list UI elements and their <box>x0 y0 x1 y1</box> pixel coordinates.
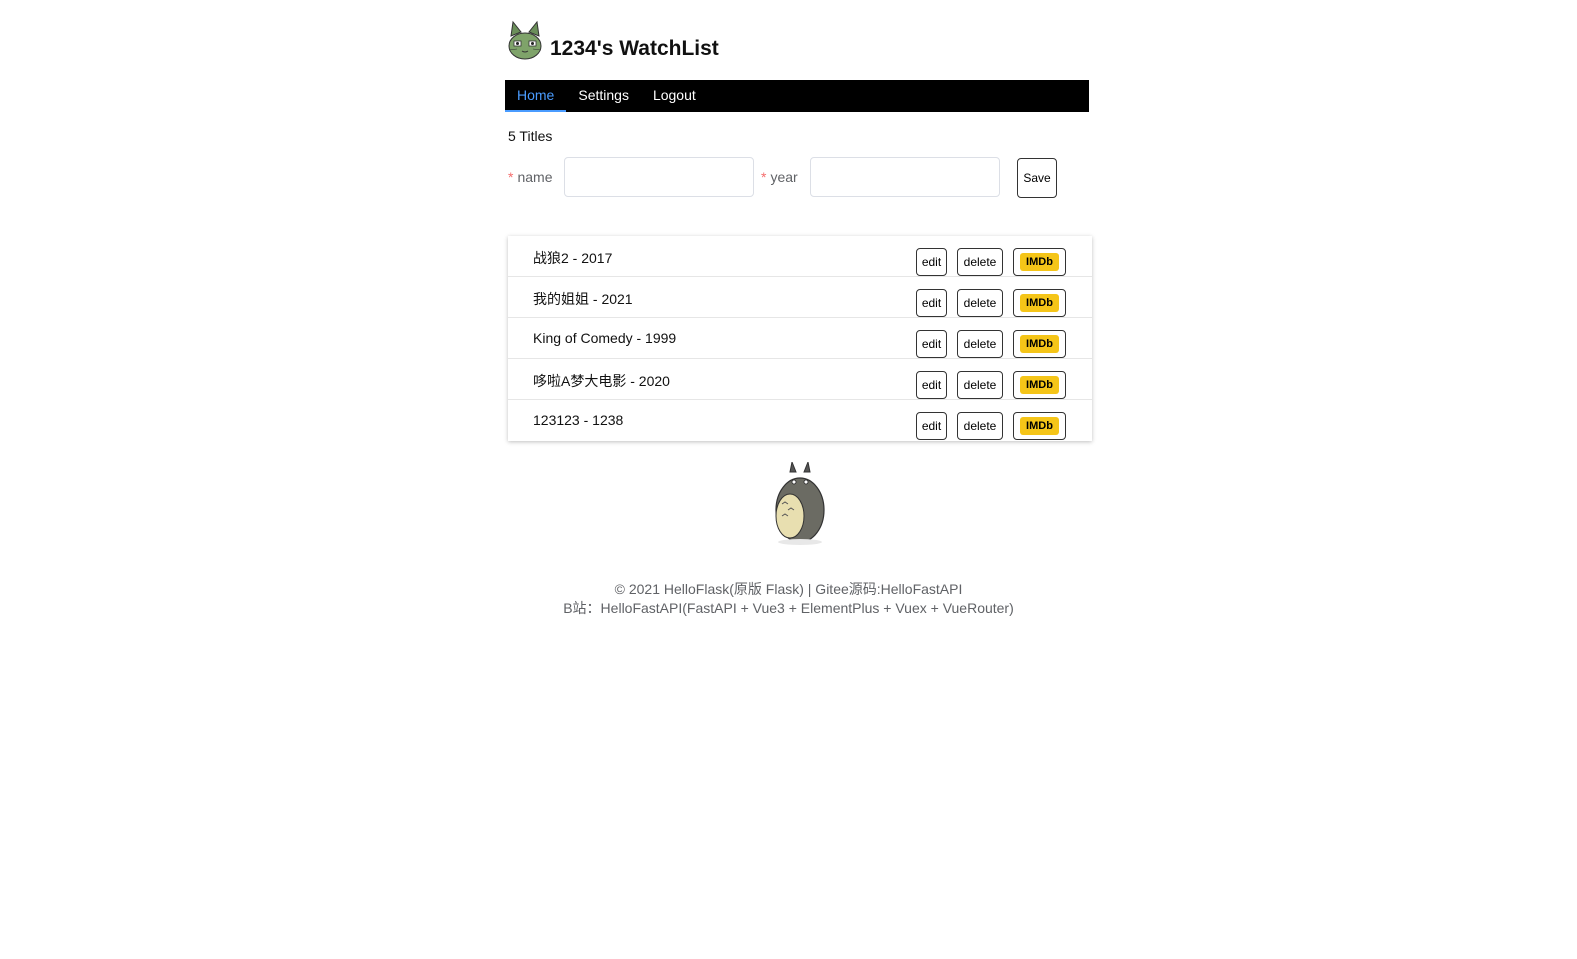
edit-button[interactable]: edit <box>916 248 947 276</box>
movie-row: 123123 - 1238 edit delete IMDb <box>508 400 1092 441</box>
edit-button[interactable]: edit <box>916 412 947 440</box>
movie-row: 哆啦A梦大电影 - 2020 edit delete IMDb <box>508 359 1092 400</box>
imdb-label: IMDb <box>1020 335 1059 353</box>
totoro-mascot-icon <box>775 462 825 545</box>
edit-button[interactable]: edit <box>916 289 947 317</box>
year-input[interactable] <box>810 157 1000 197</box>
delete-button[interactable]: delete <box>957 330 1003 358</box>
imdb-button[interactable]: IMDb <box>1013 412 1066 440</box>
page-title: 1234's WatchList <box>550 37 719 60</box>
footer-copyright: © 2021 HelloFlask(原版 Flask) | Gitee源码:He… <box>614 581 963 597</box>
imdb-button[interactable]: IMDb <box>1013 371 1066 399</box>
save-button[interactable]: Save <box>1017 158 1057 198</box>
movie-title: 123123 - 1238 <box>533 412 624 428</box>
movie-list: 战狼2 - 2017 edit delete IMDb 我的姐姐 - 2021 … <box>508 236 1092 441</box>
cat-avatar-icon <box>508 20 542 60</box>
imdb-button[interactable]: IMDb <box>1013 330 1066 358</box>
navbar: Home Settings Logout <box>505 80 1089 112</box>
movie-title: 我的姐姐 - 2021 <box>533 291 633 307</box>
movie-title: 哆啦A梦大电影 - 2020 <box>533 373 670 389</box>
movie-title: 战狼2 - 2017 <box>533 250 613 266</box>
name-label: * name <box>508 169 552 185</box>
delete-button[interactable]: delete <box>957 412 1003 440</box>
page-container: 1234's WatchList Home Settings Logout 5 … <box>505 0 1092 441</box>
delete-button[interactable]: delete <box>957 248 1003 276</box>
year-label: * year <box>761 169 798 185</box>
imdb-button[interactable]: IMDb <box>1013 248 1066 276</box>
titles-count: 5 Titles <box>508 128 553 144</box>
delete-button[interactable]: delete <box>957 371 1003 399</box>
header: 1234's WatchList <box>505 0 1091 80</box>
footer: © 2021 HelloFlask(原版 Flask) | Gitee源码:He… <box>0 580 1577 618</box>
edit-button[interactable]: edit <box>916 371 947 399</box>
movie-row: 我的姐姐 - 2021 edit delete IMDb <box>508 277 1092 318</box>
delete-button[interactable]: delete <box>957 289 1003 317</box>
imdb-button[interactable]: IMDb <box>1013 289 1066 317</box>
movie-title: King of Comedy - 1999 <box>533 330 677 346</box>
imdb-label: IMDb <box>1020 253 1059 271</box>
edit-button[interactable]: edit <box>916 330 947 358</box>
imdb-label: IMDb <box>1020 417 1059 435</box>
footer-credits: B站：HelloFastAPI(FastAPI + Vue3 + Element… <box>563 600 1014 616</box>
imdb-label: IMDb <box>1020 376 1059 394</box>
name-input[interactable] <box>564 157 754 197</box>
nav-home[interactable]: Home <box>505 80 567 112</box>
add-movie-form: * name * year Save <box>505 157 1091 199</box>
year-label-text: year <box>770 169 798 185</box>
movie-row: 战狼2 - 2017 edit delete IMDb <box>508 236 1092 277</box>
movie-row: King of Comedy - 1999 edit delete IMDb <box>508 318 1092 359</box>
required-marker: * <box>508 169 514 185</box>
name-label-text: name <box>517 169 553 185</box>
imdb-label: IMDb <box>1020 294 1059 312</box>
nav-settings[interactable]: Settings <box>566 80 641 112</box>
nav-logout[interactable]: Logout <box>641 80 708 112</box>
required-marker: * <box>761 169 767 185</box>
